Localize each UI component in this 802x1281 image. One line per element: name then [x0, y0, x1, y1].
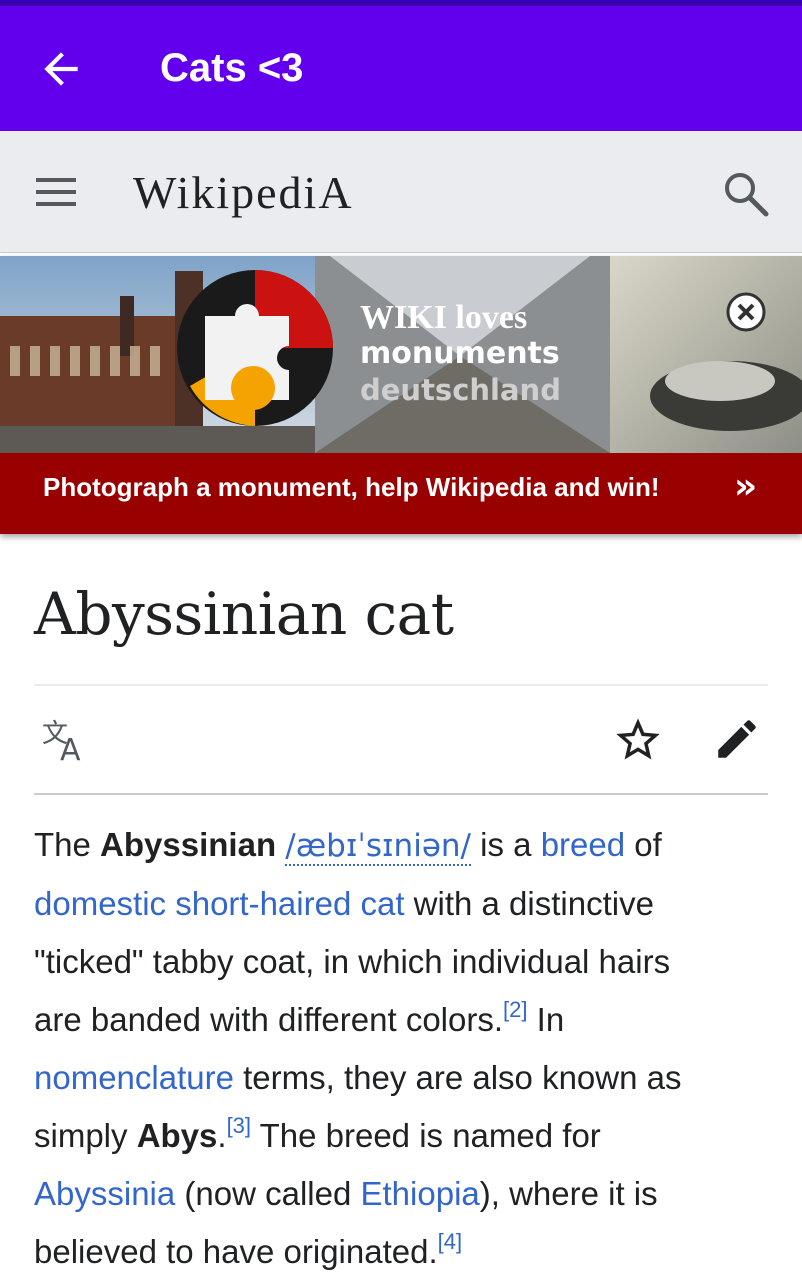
banner-logo-text: WIKI loves monuments deutschland: [360, 300, 600, 408]
link-domestic-short-haired-cat[interactable]: domestic short-haired cat: [34, 885, 405, 922]
text: The breed is named for: [251, 1117, 601, 1154]
text: ), where it is: [479, 1175, 658, 1212]
svg-text:A: A: [60, 733, 81, 764]
ipa-pronunciation-link[interactable]: /æbɪˈsɪniən/: [285, 828, 471, 866]
banner-logo-line2: monuments: [360, 336, 560, 371]
banner-logo-line1: WIKI loves: [360, 299, 528, 336]
reference-link-4[interactable]: [4]: [438, 1229, 462, 1254]
star-outline-icon: [616, 718, 660, 760]
text: are banded with different colors.: [34, 1001, 504, 1038]
article-lead-paragraph: The Abyssinian /æbɪˈsɪniən/ is a breed o…: [34, 816, 774, 1281]
watch-star-button[interactable]: [612, 714, 664, 766]
paragraph-line: nomenclature terms, they are also known …: [34, 1049, 774, 1107]
banner-cta-arrow[interactable]: »: [734, 466, 757, 507]
paragraph-line: are banded with different colors.[2] In: [34, 991, 774, 1049]
actions-divider: [34, 793, 768, 795]
text: believed to have originated.: [34, 1233, 438, 1270]
link-nomenclature[interactable]: nomenclature: [34, 1059, 234, 1096]
text: In: [527, 1001, 565, 1038]
translate-icon: 文 A: [42, 719, 81, 768]
back-button[interactable]: [36, 44, 86, 94]
menu-icon: [36, 178, 76, 206]
paragraph-line: Abyssinia (now called Ethiopia), where i…: [34, 1165, 774, 1223]
text: .: [217, 1117, 227, 1154]
wikipedia-header: [0, 131, 802, 253]
banner-close-button[interactable]: [724, 290, 768, 334]
link-ethiopia[interactable]: Ethiopia: [361, 1175, 480, 1212]
text: "ticked" tabby coat, in which individual…: [34, 943, 671, 980]
text: The: [34, 826, 101, 863]
app-bar-title: Cats <3: [160, 46, 304, 90]
text: [276, 826, 285, 863]
text: terms, they are also known as: [233, 1059, 682, 1096]
text: is a: [470, 826, 541, 863]
text: (now called: [175, 1175, 361, 1212]
language-button[interactable]: 文 A: [40, 716, 92, 768]
paragraph-line: "ticked" tabby coat, in which individual…: [34, 933, 774, 991]
search-button[interactable]: [720, 168, 770, 218]
paragraph-line: domestic short-haired cat with a distinc…: [34, 875, 774, 933]
edit-button[interactable]: [712, 714, 762, 764]
link-breed[interactable]: breed: [541, 826, 625, 863]
app-bar: [0, 0, 802, 131]
search-icon: [725, 173, 769, 217]
text: of: [625, 826, 662, 863]
wikipedia-wordmark[interactable]: WikipediA: [133, 166, 354, 219]
main-menu-button[interactable]: [34, 172, 78, 212]
title-divider: [34, 684, 768, 686]
text: with a distinctive: [404, 885, 654, 922]
reference-link-2[interactable]: [2]: [503, 997, 527, 1022]
pencil-icon: [718, 720, 756, 758]
banner-cta-text[interactable]: Photograph a monument, help Wikipedia an…: [43, 472, 660, 503]
reference-link-3[interactable]: [3]: [227, 1113, 251, 1138]
close-circle-icon: [726, 292, 766, 332]
paragraph-line: simply Abys.[3] The breed is named for: [34, 1107, 774, 1165]
link-abyssinia[interactable]: Abyssinia: [34, 1175, 175, 1212]
paragraph-line: believed to have originated.[4]: [34, 1223, 774, 1281]
bold-term-abys: Abys: [136, 1117, 218, 1154]
page-title: Abyssinian cat: [34, 580, 454, 648]
banner-logo-line3: deutschland: [360, 373, 561, 407]
paragraph-line: The Abyssinian /æbɪˈsɪniən/ is a breed o…: [34, 816, 774, 875]
bold-term-abyssinian: Abyssinian: [100, 826, 277, 863]
arrow-back-icon: [44, 52, 78, 86]
text: simply: [34, 1117, 137, 1154]
